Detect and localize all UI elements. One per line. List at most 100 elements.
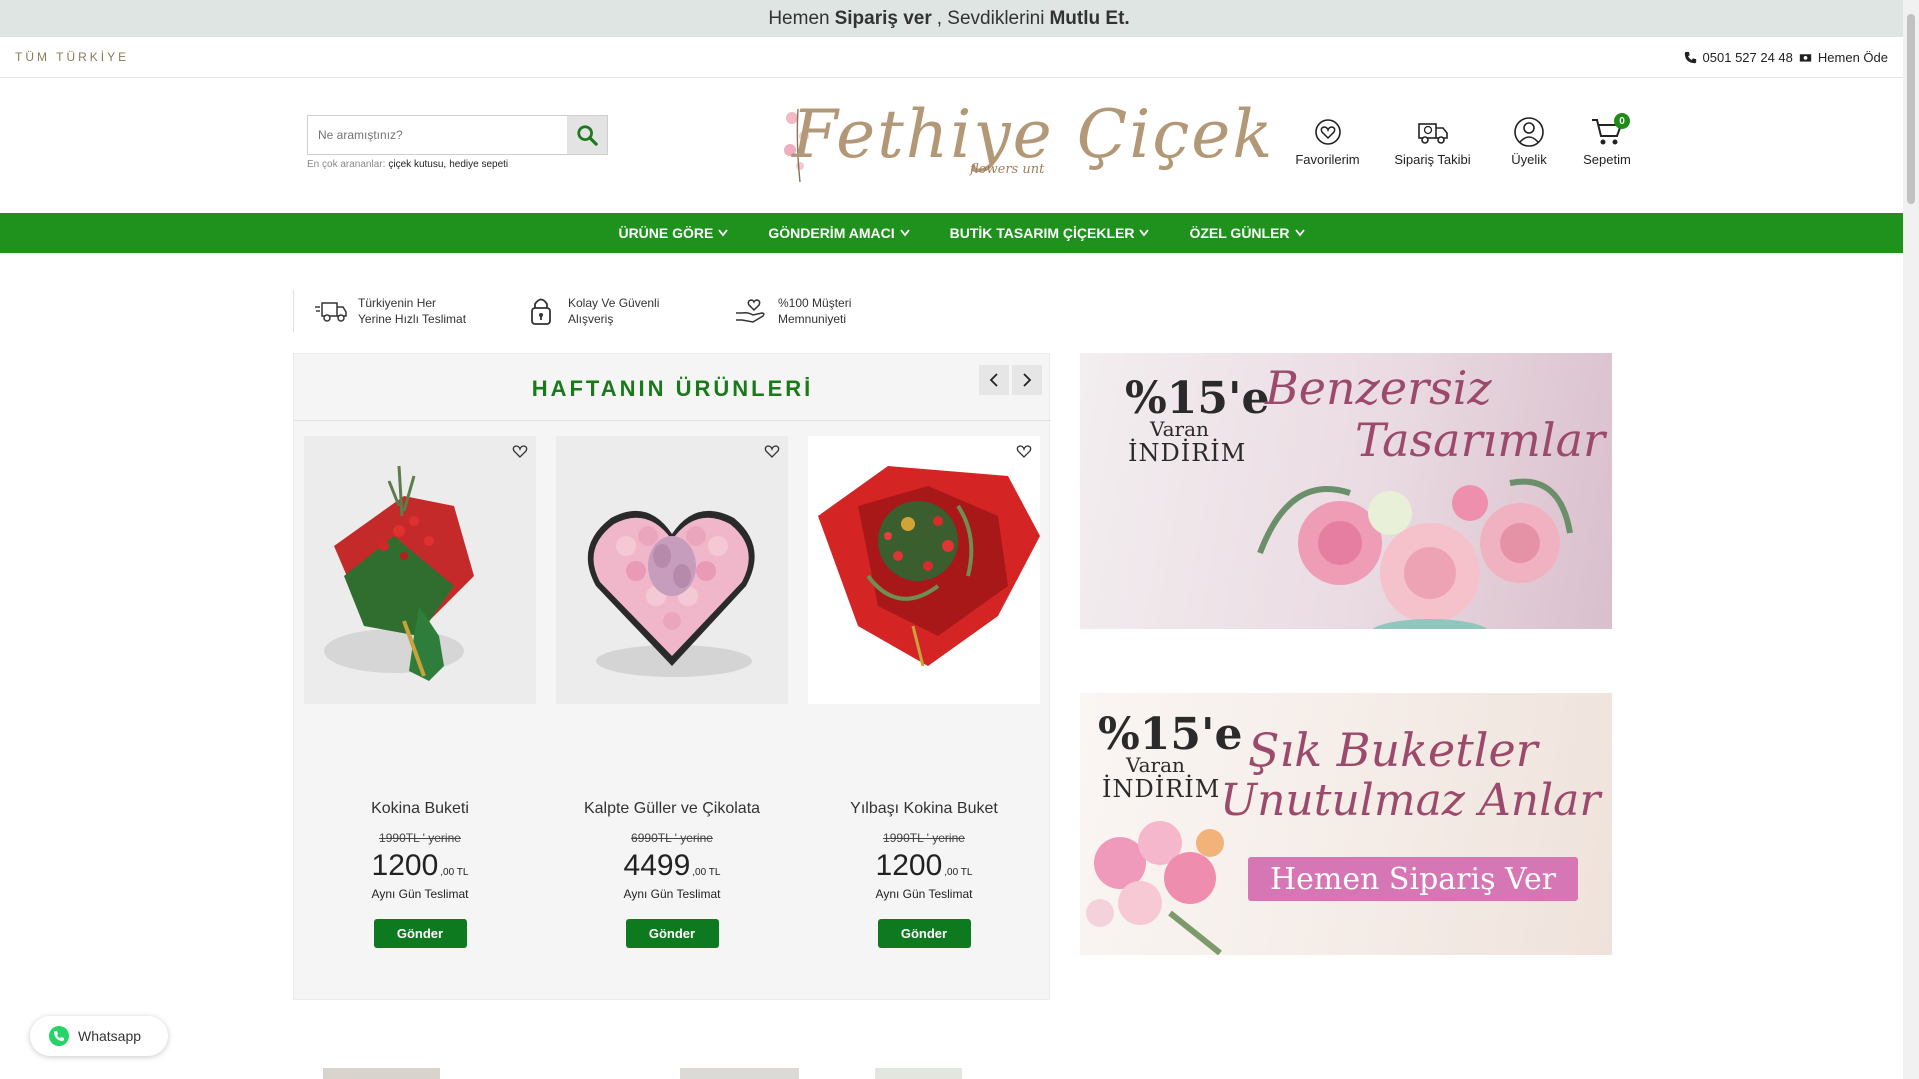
feature-line: Türkiyenin Her xyxy=(358,296,437,310)
chevron-down-icon xyxy=(718,229,729,237)
promo-text-pre: Hemen xyxy=(768,7,830,29)
weekly-products-title: HAFTANIN ÜRÜNLERİ xyxy=(531,376,814,401)
membership-label: Üyelik xyxy=(1511,152,1547,167)
popular-label: En çok arananlar: xyxy=(307,159,386,170)
carousel-prev-button[interactable] xyxy=(979,365,1009,395)
product-price-cents: ,00 TL xyxy=(692,867,721,878)
product-card: Kalpte Güller ve Çikolata 6990TL ' yerin… xyxy=(556,436,788,948)
promo-banner-chic-bouquets[interactable]: %15'e Varan İNDİRİM Şık Buketler Unutulm… xyxy=(1080,693,1612,955)
scrollbar-thumb[interactable] xyxy=(1907,14,1915,204)
order-tracking-label: Sipariş Takibi xyxy=(1394,152,1471,167)
send-button[interactable]: Gönder xyxy=(373,919,467,948)
favorites-button[interactable]: Favorilerim xyxy=(1280,116,1375,167)
product-price: 4499,00 TL xyxy=(624,849,721,883)
site-header: En çok arananlar: çiçek kutusu, hediye s… xyxy=(0,78,1903,213)
favorite-heart-icon[interactable] xyxy=(512,444,528,458)
pay-now-link[interactable]: Hemen Öde xyxy=(1818,50,1888,65)
product-image[interactable] xyxy=(808,436,1040,704)
cart-count-badge: 0 xyxy=(1614,113,1630,129)
banner-varan-text: Varan xyxy=(1150,417,1209,441)
chevron-down-icon xyxy=(1139,229,1150,237)
carousel-next-button[interactable] xyxy=(1012,365,1042,395)
search-box xyxy=(307,115,608,155)
region-link[interactable]: TÜM TÜRKİYE xyxy=(15,50,129,64)
feature-line: Memnuniyeti xyxy=(778,312,847,326)
favorites-label: Favorilerim xyxy=(1295,152,1360,167)
weekly-divider xyxy=(294,420,1051,421)
phone-link[interactable]: 0501 527 24 48 xyxy=(1703,50,1793,65)
product-old-price: 1990TL ' yerine xyxy=(379,831,461,845)
nav-item-label: GÖNDERİM AMACI xyxy=(768,225,895,241)
product-price-value: 1200 xyxy=(371,849,439,882)
chevron-down-icon xyxy=(899,229,910,237)
truck-icon xyxy=(315,302,347,322)
search-icon xyxy=(577,125,598,146)
product-name[interactable]: Kalpte Güller ve Çikolata xyxy=(584,799,760,819)
feature-line: Yerine Hızlı Teslimat xyxy=(358,312,467,326)
top-info-bar: TÜM TÜRKİYE 0501 527 24 48 Hemen Öde xyxy=(0,37,1903,78)
product-image[interactable] xyxy=(556,436,788,704)
membership-button[interactable]: Üyelik xyxy=(1490,116,1568,167)
nav-item-label: ÖZEL GÜNLER xyxy=(1189,225,1290,241)
popular-search-link[interactable]: çiçek kutusu, xyxy=(388,159,446,170)
favorite-heart-icon[interactable] xyxy=(764,444,780,458)
product-old-price: 1990TL ' yerine xyxy=(883,831,965,845)
product-price-value: 4499 xyxy=(623,849,691,882)
feature-line: Alışveriş xyxy=(568,312,614,326)
lock-icon xyxy=(531,298,551,325)
chevron-left-icon xyxy=(989,373,998,387)
product-price-value: 1200 xyxy=(875,849,943,882)
feature-line: Kolay Ve Güvenli xyxy=(568,296,660,310)
product-name[interactable]: Yılbaşı Kokina Buket xyxy=(850,799,998,819)
bouquet-image xyxy=(324,465,474,681)
carousel-arrows xyxy=(979,365,1042,395)
header-icons: Favorilerim Sipariş Takibi Üyelik 0 Sepe… xyxy=(1280,113,1646,167)
whatsapp-label: Whatsapp xyxy=(78,1028,142,1044)
top-right-links: 0501 527 24 48 Hemen Öde xyxy=(1684,50,1888,65)
cart-button[interactable]: 0 Sepetim xyxy=(1568,113,1646,167)
nav-item-label: ÜRÜNE GÖRE xyxy=(618,225,714,241)
product-image[interactable] xyxy=(304,436,536,704)
nav-item-boutique[interactable]: BUTİK TASARIM ÇİÇEKLER xyxy=(950,225,1150,241)
promo-text-mid: , Sevdiklerini xyxy=(936,7,1045,29)
next-row-image-peek xyxy=(875,1068,962,1079)
search-button[interactable] xyxy=(567,116,607,154)
delivery-truck-icon xyxy=(1417,123,1448,144)
cart-label: Sepetim xyxy=(1583,152,1631,167)
product-delivery: Aynı Gün Teslimat xyxy=(623,887,721,901)
favorite-heart-icon[interactable] xyxy=(1016,444,1032,458)
promo-text-bold-1: Sipariş ver xyxy=(834,7,932,29)
product-old-price: 6990TL ' yerine xyxy=(631,831,713,845)
page-scrollbar[interactable] xyxy=(1903,0,1919,1079)
search-input[interactable] xyxy=(308,116,567,154)
nav-item-by-product[interactable]: ÜRÜNE GÖRE xyxy=(618,225,729,241)
nav-item-special-days[interactable]: ÖZEL GÜNLER xyxy=(1189,225,1305,241)
feature-secure-shopping: Kolay Ve Güvenli Alışveriş xyxy=(504,290,714,332)
heart-circle-icon xyxy=(1314,119,1341,145)
popular-search-link[interactable]: hediye sepeti xyxy=(449,159,508,170)
product-name[interactable]: Kokina Buketi xyxy=(371,799,469,819)
nav-item-label: BUTİK TASARIM ÇİÇEKLER xyxy=(949,225,1135,241)
popular-searches: En çok arananlar: çiçek kutusu, hediye s… xyxy=(307,159,508,170)
product-list: Kokina Buketi 1990TL ' yerine 1200,00 TL… xyxy=(304,436,1040,948)
send-button[interactable]: Gönder xyxy=(625,919,719,948)
banner-script-line-1: Benzersiz xyxy=(1265,361,1492,415)
christmas-bouquet-image xyxy=(818,466,1040,667)
banner-varan-text: Varan xyxy=(1126,753,1185,777)
promo-text-bold-2: Mutlu Et. xyxy=(1049,7,1130,29)
send-button[interactable]: Gönder xyxy=(877,919,971,948)
banner-discount-text: İNDİRİM xyxy=(1128,439,1247,467)
site-logo[interactable]: Fethiye Çiçek flowers unt xyxy=(780,84,1272,204)
order-now-button[interactable]: Hemen Sipariş Ver xyxy=(1248,857,1578,901)
user-icon xyxy=(1514,117,1544,147)
whatsapp-button[interactable]: Whatsapp xyxy=(30,1016,168,1056)
feature-strip: Türkiyenin Her Yerine Hızlı Teslimat Kola… xyxy=(293,290,924,332)
feature-fast-delivery: Türkiyenin Her Yerine Hızlı Teslimat xyxy=(294,290,504,332)
order-tracking-button[interactable]: Sipariş Takibi xyxy=(1375,116,1490,167)
chevron-right-icon xyxy=(1023,373,1032,387)
feature-line: %100 Müşteri xyxy=(778,296,852,310)
promo-banner-unique-designs[interactable]: %15'e Varan İNDİRİM Benzersiz Tasarımlar xyxy=(1080,353,1612,629)
chevron-down-icon xyxy=(1294,229,1305,237)
nav-item-purpose[interactable]: GÖNDERİM AMACI xyxy=(768,225,910,241)
product-price: 1200,00 TL xyxy=(372,849,469,883)
